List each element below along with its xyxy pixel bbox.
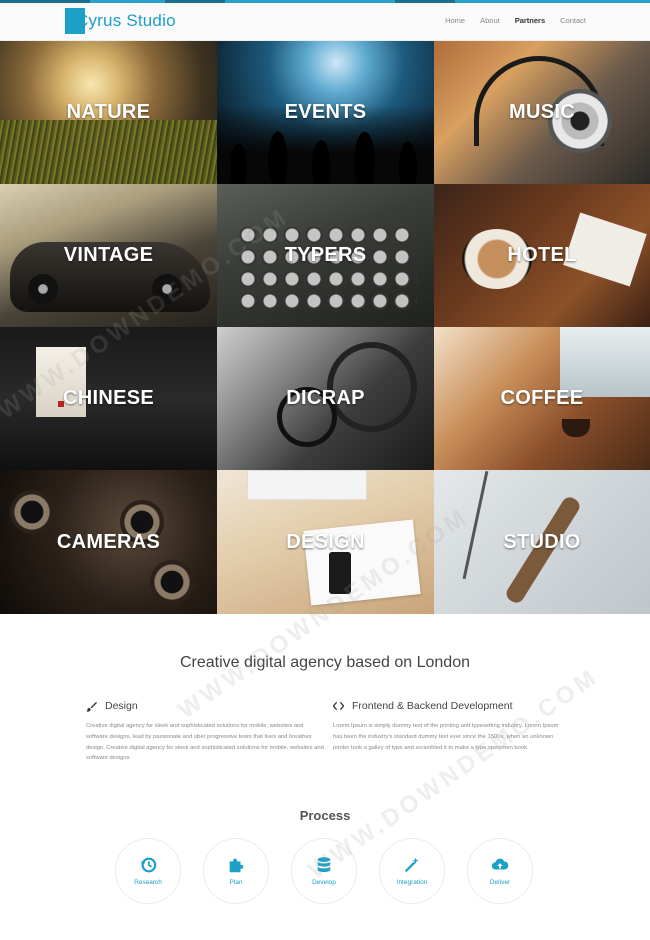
tile-image <box>0 119 217 184</box>
tile-coffee[interactable]: COFFEE <box>434 327 650 470</box>
tile-music[interactable]: MUSIC <box>434 41 650 184</box>
cloud-upload-icon <box>491 858 509 870</box>
tile-label: COFFEE <box>500 387 584 409</box>
tile-label: HOTEL <box>507 244 577 266</box>
nav-about[interactable]: About <box>480 16 500 25</box>
tile-image <box>247 470 367 500</box>
tile-typers[interactable]: TYPERS <box>217 184 434 327</box>
process-step-plan[interactable]: Plan <box>203 838 269 904</box>
feature-design: Design Creative digital agency for sleek… <box>86 700 326 764</box>
tile-vintage[interactable]: VINTAGE <box>0 184 217 327</box>
process-step-develop[interactable]: Develop <box>291 838 357 904</box>
process-title: Process <box>299 808 351 823</box>
magic-wand-icon <box>404 857 419 873</box>
tile-label: EVENTS <box>284 101 367 123</box>
tile-dicrap[interactable]: DICRAP <box>217 327 434 470</box>
feature-title: Design <box>105 700 138 712</box>
tile-studio[interactable]: STUDIO <box>434 470 650 614</box>
database-icon <box>317 857 331 872</box>
tile-image <box>329 552 351 594</box>
nav-home[interactable]: Home <box>445 16 465 25</box>
feature-text: Creative digital agency for sleek and so… <box>86 723 324 762</box>
tile-label: CAMERAS <box>56 530 161 553</box>
brush-icon <box>86 701 97 712</box>
code-icon <box>333 701 344 712</box>
tile-image <box>562 419 590 437</box>
about-title: Creative digital agency based on London <box>180 654 470 671</box>
process-steps: Research Plan Develop Integration Delive… <box>115 838 535 908</box>
step-label: Develop <box>312 879 336 886</box>
navbar: Cyrus Studio Home About Partners Contact <box>0 3 650 41</box>
tile-chinese[interactable]: CHINESE <box>0 327 217 470</box>
nav-contact[interactable]: Contact <box>560 16 586 25</box>
tile-label: VINTAGE <box>63 244 154 266</box>
history-icon <box>140 857 157 873</box>
process-step-research[interactable]: Research <box>115 838 181 904</box>
step-label: Plan <box>229 879 243 886</box>
logo[interactable]: Cyrus Studio <box>65 8 176 34</box>
puzzle-icon <box>229 858 244 873</box>
tile-label: DICRAP <box>286 387 365 409</box>
logo-text: Cyrus Studio <box>76 11 176 30</box>
nav-partners[interactable]: Partners <box>515 16 545 25</box>
tile-label: STUDIO <box>503 530 581 553</box>
tile-image <box>10 490 54 534</box>
tile-image <box>462 470 489 580</box>
step-label: Integration <box>396 879 428 886</box>
tile-label: CHINESE <box>62 387 154 409</box>
process-step-integration[interactable]: Integration <box>379 838 445 904</box>
step-label: Research <box>134 879 162 886</box>
feature-title: Frontend & Backend Development <box>352 700 513 712</box>
portfolio-grid: NATURE EVENTS MUSIC VINTAGE TYPERS HOTEL… <box>0 41 650 614</box>
feature-text: Lorem Ipsum is simply dummy text of the … <box>333 723 559 751</box>
tile-image <box>150 560 194 604</box>
feature-development: Frontend & Backend Development Lorem Ips… <box>333 700 563 753</box>
tile-design[interactable]: DESIGN <box>217 470 434 614</box>
main-nav: Home About Partners Contact <box>445 16 586 25</box>
tile-cameras[interactable]: CAMERAS <box>0 470 217 614</box>
tile-image <box>237 224 417 314</box>
tile-hotel[interactable]: HOTEL <box>434 184 650 327</box>
tile-nature[interactable]: NATURE <box>0 41 217 184</box>
tile-label: DESIGN <box>286 530 365 553</box>
process-step-deliver[interactable]: Deliver <box>467 838 533 904</box>
tile-label: NATURE <box>66 101 151 123</box>
tile-label: MUSIC <box>509 101 575 123</box>
step-label: Deliver <box>489 879 511 886</box>
tile-label: TYPERS <box>284 244 367 266</box>
tile-events[interactable]: EVENTS <box>217 41 434 184</box>
